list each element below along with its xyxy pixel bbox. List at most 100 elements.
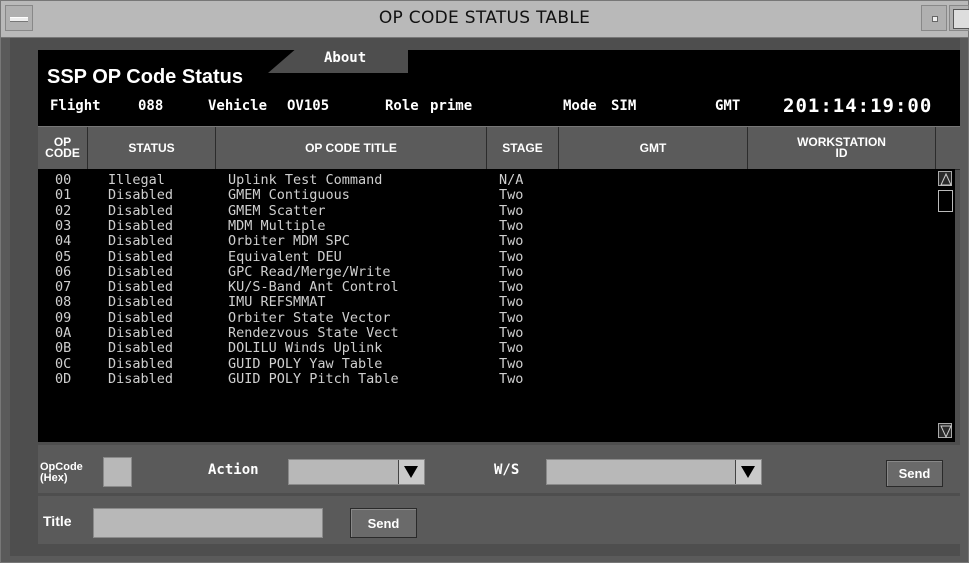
table-row[interactable]: 00 Illegal Uplink Test Command N/A bbox=[38, 172, 936, 188]
row-code: 0A bbox=[55, 325, 72, 341]
table-row[interactable]: 0A Disabled Rendezvous State Vect Two bbox=[38, 325, 936, 341]
table-row[interactable]: 02 Disabled GMEM Scatter Two bbox=[38, 202, 936, 219]
row-stage: Two bbox=[499, 279, 524, 296]
app-window: OP CODE STATUS TABLE About SSP OP Code S… bbox=[0, 0, 969, 563]
row-status: Disabled bbox=[108, 370, 174, 387]
row-code: 0C bbox=[55, 355, 72, 372]
table-row[interactable]: 06 Disabled GPC Read/Merge/Write Two bbox=[38, 263, 936, 280]
opcode-input[interactable] bbox=[103, 457, 132, 487]
row-stage: Two bbox=[499, 233, 524, 250]
row-title: Equivalent DEU bbox=[228, 248, 342, 265]
send-button[interactable]: Send bbox=[886, 460, 943, 487]
row-title: MDM Multiple bbox=[228, 217, 326, 234]
col-gmt[interactable]: GMT bbox=[559, 127, 748, 169]
row-status: Disabled bbox=[108, 263, 174, 280]
row-code: 01 bbox=[55, 187, 72, 204]
table-row[interactable]: 03 Disabled MDM Multiple Two bbox=[38, 217, 936, 234]
table-row[interactable]: 01 Disabled GMEM Contiguous Two bbox=[38, 187, 936, 204]
row-code: 07 bbox=[55, 279, 72, 296]
table-row[interactable]: 09 Disabled Orbiter State Vector Two bbox=[38, 309, 936, 326]
vertical-scrollbar[interactable] bbox=[936, 169, 955, 442]
row-stage: Two bbox=[499, 355, 524, 372]
gmt-value: 201:14:19:00 bbox=[783, 95, 933, 117]
scroll-up-button[interactable] bbox=[938, 171, 952, 186]
row-stage: Two bbox=[499, 217, 524, 234]
row-stage: Two bbox=[499, 202, 524, 219]
title-label: Title bbox=[43, 513, 72, 529]
scroll-down-button[interactable] bbox=[938, 423, 952, 439]
col-title[interactable]: OP CODE TITLE bbox=[216, 127, 487, 169]
action-dropdown-toggle[interactable] bbox=[398, 460, 424, 484]
title-row: Title Send bbox=[38, 496, 960, 544]
triangle-down-icon bbox=[404, 466, 418, 478]
row-status: Disabled bbox=[108, 202, 174, 219]
ws-dropdown-toggle[interactable] bbox=[735, 460, 761, 484]
table-row[interactable]: 07 Disabled KU/S-Band Ant Control Two bbox=[38, 279, 936, 296]
row-code: 08 bbox=[55, 294, 72, 311]
window-title: OP CODE STATUS TABLE bbox=[378, 8, 591, 28]
ws-dropdown[interactable] bbox=[546, 459, 762, 485]
row-title: Rendezvous State Vect bbox=[228, 325, 399, 341]
row-title: GMEM Contiguous bbox=[228, 187, 350, 204]
page-title: SSP OP Code Status bbox=[47, 66, 243, 88]
action-dropdown[interactable] bbox=[288, 459, 425, 485]
col-status[interactable]: STATUS bbox=[88, 127, 216, 169]
opcode-list[interactable]: 00 Illegal Uplink Test Command N/A 01 Disable… bbox=[38, 169, 936, 442]
row-stage: Two bbox=[499, 187, 524, 204]
maximize-button[interactable] bbox=[949, 5, 969, 31]
flight-label: Flight bbox=[50, 98, 101, 114]
scroll-thumb[interactable] bbox=[938, 190, 953, 212]
row-stage: Two bbox=[499, 294, 524, 311]
mode-value: SIM bbox=[611, 98, 637, 114]
title-send-button[interactable]: Send bbox=[350, 508, 417, 538]
row-status: Disabled bbox=[108, 309, 174, 326]
mode-label: Mode bbox=[563, 98, 597, 114]
row-code: 0B bbox=[55, 340, 72, 357]
row-status: Disabled bbox=[108, 233, 174, 250]
opcode-label: OpCode (Hex) bbox=[40, 462, 83, 484]
table-row[interactable]: 0B Disabled DOLILU Winds Uplink Two bbox=[38, 340, 936, 357]
row-code: 09 bbox=[55, 309, 72, 326]
row-stage: Two bbox=[499, 248, 524, 265]
row-stage: Two bbox=[499, 340, 524, 357]
action-label: Action bbox=[208, 462, 259, 478]
row-stage: Two bbox=[499, 325, 524, 341]
col-workstation[interactable]: WORKSTATION ID bbox=[748, 127, 936, 169]
main-panel: About SSP OP Code Status Flight 088 Vehi… bbox=[10, 38, 960, 556]
row-code: 02 bbox=[55, 202, 72, 219]
row-code: 05 bbox=[55, 248, 72, 265]
role-label: Role bbox=[385, 98, 419, 114]
table-row[interactable]: 0C Disabled GUID POLY Yaw Table Two bbox=[38, 355, 936, 372]
table-row[interactable]: 05 Disabled Equivalent DEU Two bbox=[38, 248, 936, 265]
about-button[interactable]: About bbox=[324, 50, 366, 66]
row-code: 04 bbox=[55, 233, 72, 250]
row-stage: N/A bbox=[499, 172, 524, 188]
title-input[interactable] bbox=[93, 508, 323, 538]
row-status: Disabled bbox=[108, 248, 174, 265]
table-row[interactable]: 0D Disabled GUID POLY Pitch Table Two bbox=[38, 370, 936, 387]
arrow-up-icon bbox=[940, 172, 952, 186]
maximize-icon bbox=[953, 9, 969, 29]
row-title: Uplink Test Command bbox=[228, 172, 383, 188]
row-status: Disabled bbox=[108, 340, 174, 357]
row-title: GMEM Scatter bbox=[228, 202, 326, 219]
row-code: 03 bbox=[55, 217, 72, 234]
row-code: 0D bbox=[55, 370, 72, 387]
row-status: Disabled bbox=[108, 294, 174, 311]
row-stage: Two bbox=[499, 370, 524, 387]
minimize-button[interactable] bbox=[921, 5, 947, 31]
row-title: Orbiter MDM SPC bbox=[228, 233, 350, 250]
table-row[interactable]: 04 Disabled Orbiter MDM SPC Two bbox=[38, 233, 936, 250]
about-tab-edge bbox=[268, 47, 298, 73]
triangle-down-icon bbox=[741, 466, 755, 478]
col-op-code[interactable]: OP CODE bbox=[38, 127, 88, 169]
row-title: DOLILU Winds Uplink bbox=[228, 340, 383, 357]
col-stage[interactable]: STAGE bbox=[487, 127, 559, 169]
arrow-down-icon bbox=[940, 425, 952, 439]
row-title: GUID POLY Yaw Table bbox=[228, 355, 383, 372]
column-header-bar: OP CODE STATUS OP CODE TITLE STAGE GMT WO… bbox=[38, 126, 960, 170]
gmt-label: GMT bbox=[715, 98, 741, 114]
col-workstation-line2: ID bbox=[835, 146, 848, 160]
title-bar[interactable]: OP CODE STATUS TABLE bbox=[1, 1, 969, 38]
table-row[interactable]: 08 Disabled IMU REFSMMAT Two bbox=[38, 294, 936, 311]
